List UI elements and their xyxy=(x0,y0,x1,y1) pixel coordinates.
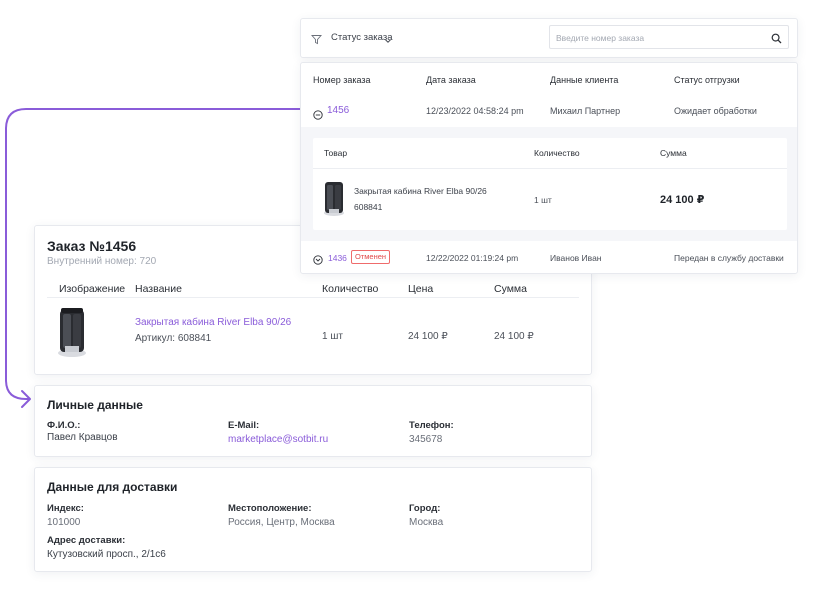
order-number-link[interactable]: 1456 xyxy=(327,105,349,116)
col-name: Название xyxy=(135,283,182,295)
phone-label: Телефон: xyxy=(409,420,454,431)
location-label: Местоположение: xyxy=(228,503,312,514)
col-image: Изображение xyxy=(59,283,126,295)
product-price: 24 100 ₽ xyxy=(408,331,448,342)
order-expanded-details: Товар Количество Сумма Закрытая кабина R… xyxy=(301,127,797,241)
divider xyxy=(313,168,787,169)
fio-value: Павел Кравцов xyxy=(47,432,118,443)
table-row[interactable]: 1436 Отменен 12/22/2022 01:19:24 pm Иван… xyxy=(301,241,797,275)
address-label: Адрес доставки: xyxy=(47,535,126,546)
index-value: 101000 xyxy=(47,517,81,528)
city-value: Москва xyxy=(409,517,444,528)
col-shipping-status: Статус отгрузки xyxy=(674,75,740,85)
product-name-link[interactable]: Закрытая кабина River Elba 90/26 xyxy=(135,317,291,328)
location-value: Россия, Центр, Москва xyxy=(228,517,335,528)
product-image[interactable] xyxy=(57,306,87,363)
order-client: Михаил Партнер xyxy=(550,106,621,116)
email-label: E-Mail: xyxy=(228,420,260,431)
product-qty: 1 шт xyxy=(322,331,343,342)
col-order-number: Номер заказа xyxy=(313,75,371,85)
city-label: Город: xyxy=(409,503,441,514)
search-icon[interactable] xyxy=(771,31,782,49)
product-sum: 24 100 ₽ xyxy=(494,331,534,342)
product-qty: 1 шт xyxy=(534,195,552,205)
product-article: Артикул: 608841 xyxy=(135,333,212,344)
phone-value: 345678 xyxy=(409,434,443,445)
fio-label: Ф.И.О.: xyxy=(47,420,81,431)
orders-table: Номер заказа Дата заказа Данные клиента … xyxy=(300,62,798,274)
status-badge: Отменен xyxy=(351,250,391,264)
order-status: Ожидает обработки xyxy=(674,106,757,116)
personal-data-card: Личные данные Ф.И.О.: Павел Кравцов E-Ma… xyxy=(34,385,592,457)
col-qty: Количество xyxy=(322,283,379,295)
order-date: 12/23/2022 04:58:24 pm xyxy=(426,106,524,116)
collapse-icon[interactable] xyxy=(313,107,323,125)
order-client: Иванов Иван xyxy=(550,253,602,263)
order-search-input[interactable] xyxy=(556,30,756,45)
index-label: Индекс: xyxy=(47,503,84,514)
order-title: Заказ №1456 xyxy=(47,238,137,254)
order-number-link[interactable]: 1436 xyxy=(328,253,347,263)
product-sum: 24 100 ₽ xyxy=(660,194,705,206)
filter-icon[interactable] xyxy=(311,32,322,50)
address-value: Кутузовский просп., 2/1с6 xyxy=(47,549,166,560)
delivery-data-card: Данные для доставки Индекс: 101000 Место… xyxy=(34,467,592,572)
product-article: 608841 xyxy=(354,202,383,212)
col-quantity: Количество xyxy=(534,148,580,158)
product-name[interactable]: Закрытая кабина River Elba 90/26 xyxy=(354,186,487,196)
order-status: Передан в службу доставки xyxy=(674,253,784,263)
product-image[interactable] xyxy=(323,179,345,222)
order-internal-number: Внутренний номер: 720 xyxy=(47,256,157,267)
chevron-down-icon[interactable] xyxy=(384,32,392,50)
delivery-title: Данные для доставки xyxy=(47,480,178,494)
expand-icon[interactable] xyxy=(313,252,323,270)
order-items-table: Товар Количество Сумма Закрытая кабина R… xyxy=(313,138,787,230)
divider xyxy=(47,297,579,298)
filter-bar: Статус заказа xyxy=(300,18,798,58)
col-sum: Сумма xyxy=(494,283,527,295)
col-client: Данные клиента xyxy=(550,75,619,85)
col-order-date: Дата заказа xyxy=(426,75,476,85)
order-date: 12/22/2022 01:19:24 pm xyxy=(426,253,519,263)
order-search-box[interactable] xyxy=(549,25,789,49)
personal-title: Личные данные xyxy=(47,398,143,412)
col-product: Товар xyxy=(324,148,348,158)
email-link[interactable]: marketplace@sotbit.ru xyxy=(228,434,328,445)
col-price: Цена xyxy=(408,283,434,295)
col-amount: Сумма xyxy=(660,148,687,158)
